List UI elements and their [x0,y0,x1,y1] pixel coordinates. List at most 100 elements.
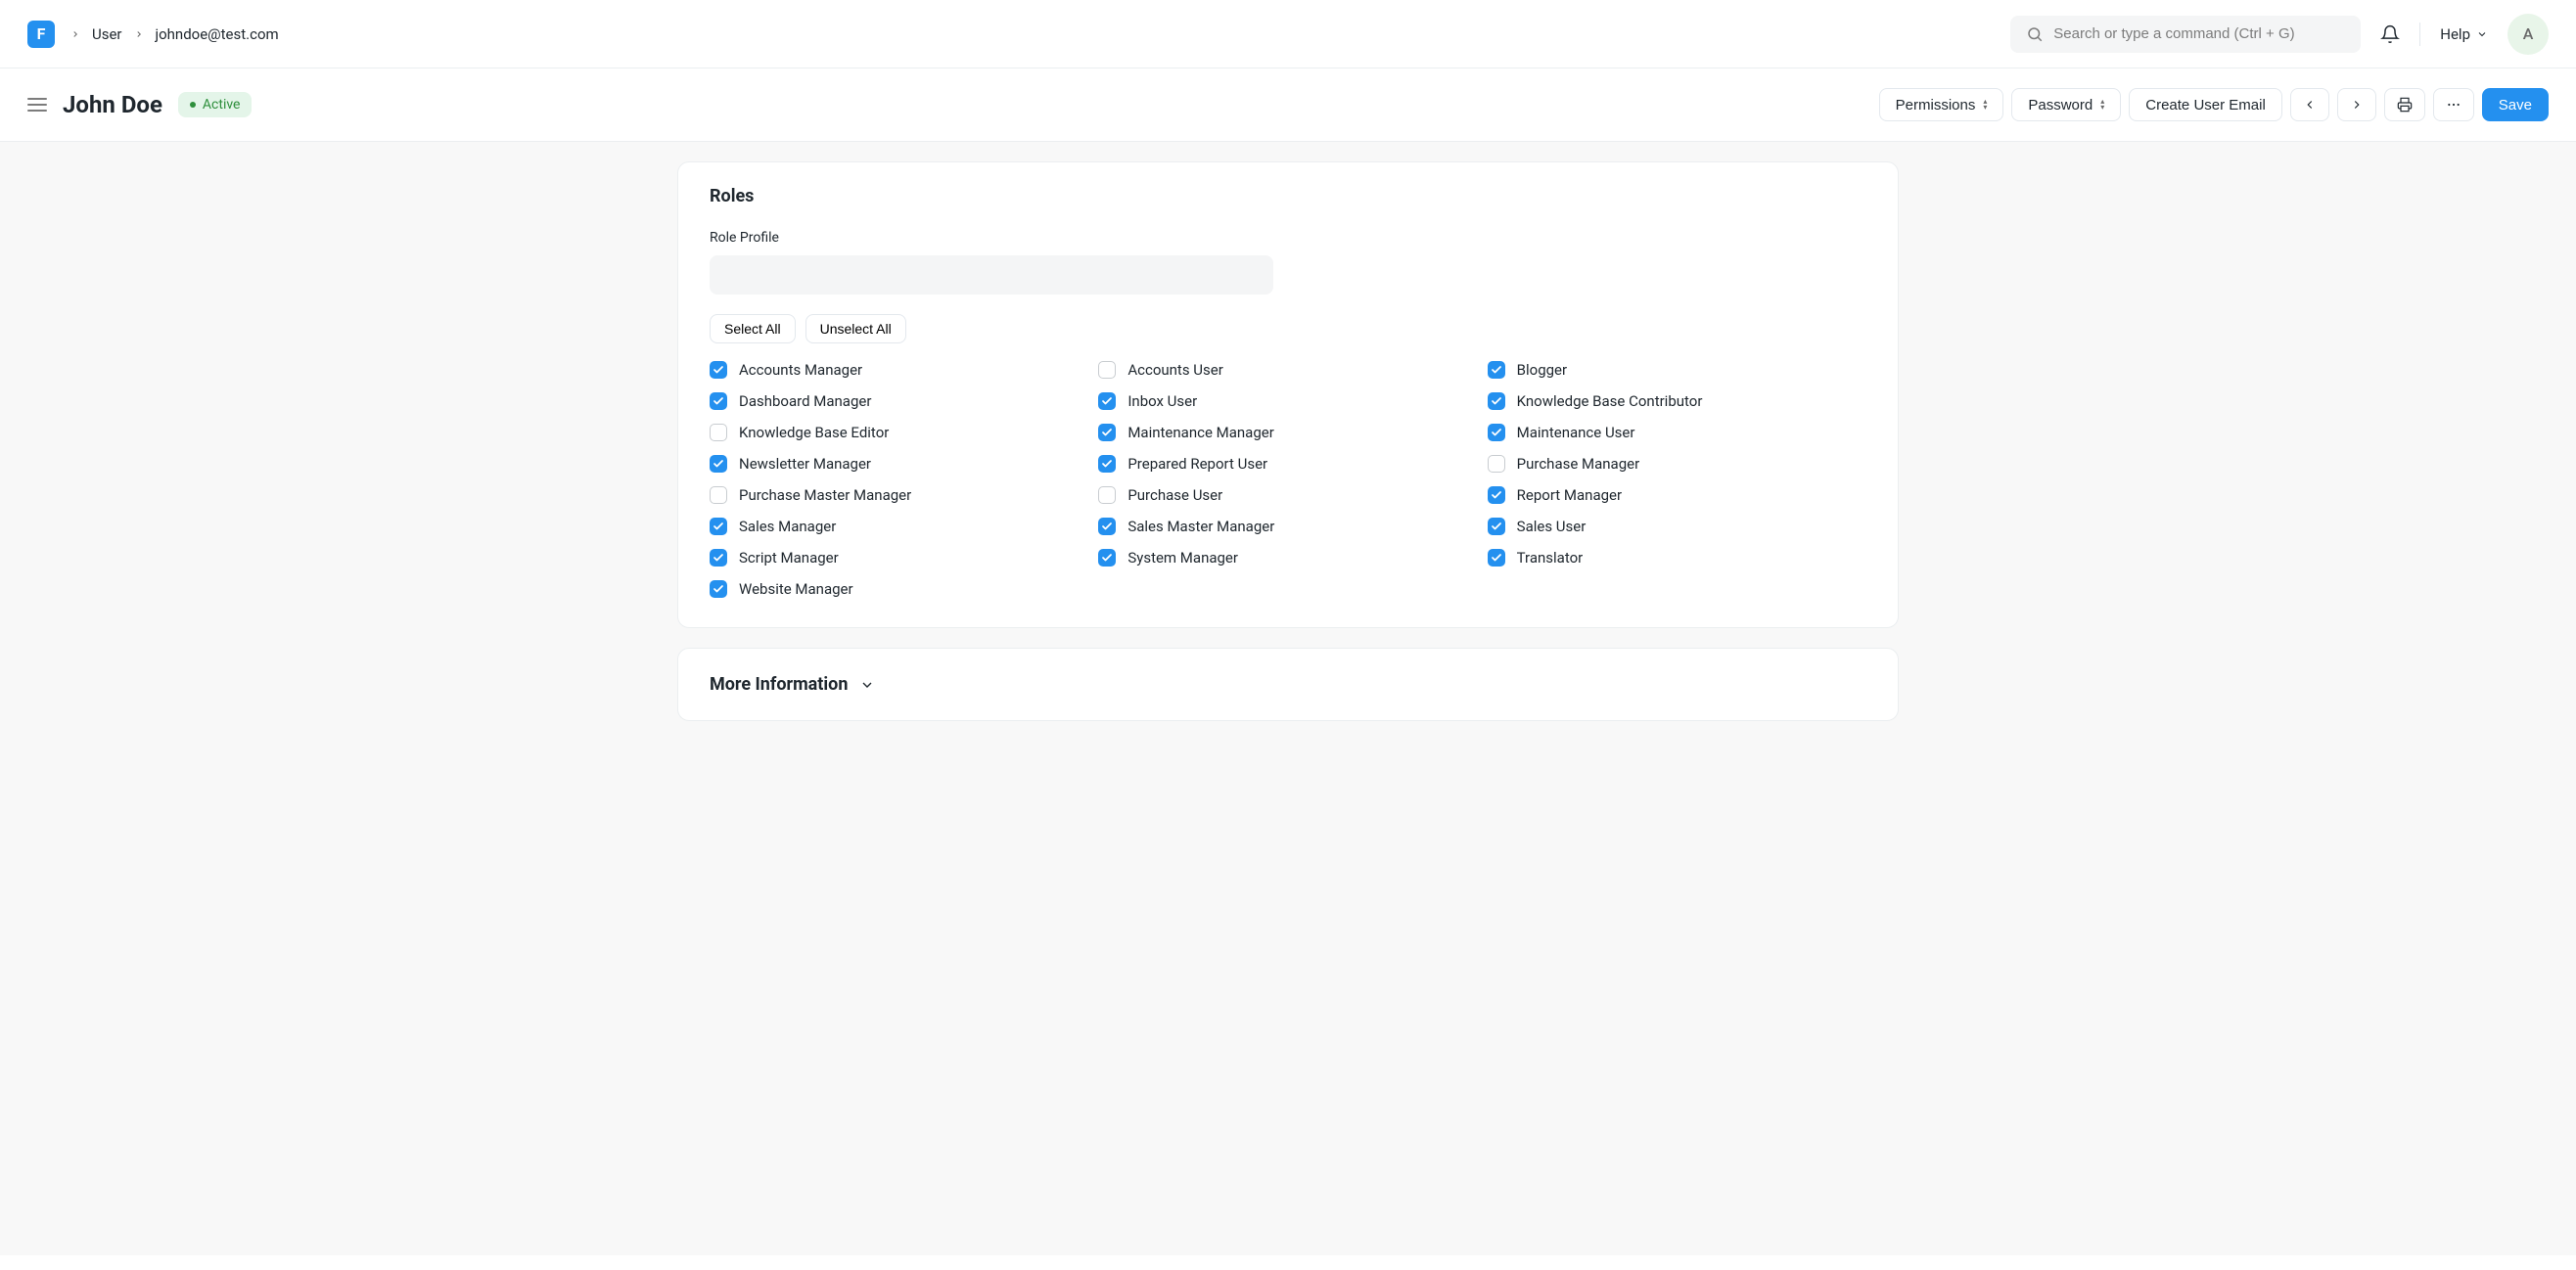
roles-grid: Accounts Manager Accounts User Blogger Dash… [710,361,1866,598]
printer-icon [2397,97,2413,113]
role-label: Script Manager [739,549,839,567]
role-label: Purchase Master Manager [739,486,911,504]
role-checkbox[interactable] [710,424,727,441]
role-item: Maintenance Manager [1098,424,1477,441]
print-button[interactable] [2384,88,2425,121]
role-label: System Manager [1127,549,1238,567]
status-text: Active [203,97,241,113]
select-arrows-icon: ▴▾ [1983,99,1987,111]
role-checkbox[interactable] [1098,549,1116,567]
role-checkbox[interactable] [1488,361,1505,379]
role-checkbox[interactable] [1488,392,1505,410]
role-checkbox[interactable] [1488,455,1505,473]
role-checkbox[interactable] [710,549,727,567]
role-checkbox[interactable] [1098,518,1116,535]
unselect-all-button[interactable]: Unselect All [805,314,906,343]
role-item: Accounts Manager [710,361,1088,379]
role-label: Purchase Manager [1517,455,1640,473]
role-profile-input[interactable] [710,255,1273,295]
role-item: Knowledge Base Contributor [1488,392,1866,410]
breadcrumb-current: johndoe@test.com [156,25,279,43]
roles-card: Roles Role Profile Select All Unselect A… [677,161,1899,628]
status-badge: Active [178,92,253,117]
role-checkbox[interactable] [710,392,727,410]
role-checkbox[interactable] [1098,392,1116,410]
help-menu[interactable]: Help [2440,25,2488,43]
role-item: Purchase User [1098,486,1477,504]
ellipsis-icon [2446,97,2461,113]
role-label: Prepared Report User [1127,455,1267,473]
role-checkbox[interactable] [710,518,727,535]
role-label: Sales Master Manager [1127,518,1274,535]
top-navbar: F User johndoe@test.com Help A [0,0,2576,68]
role-item: Translator [1488,549,1866,567]
role-checkbox[interactable] [1098,486,1116,504]
more-info-toggle[interactable]: More Information [678,649,1898,720]
role-label: Sales User [1517,518,1587,535]
role-label: Accounts User [1127,361,1222,379]
role-label: Report Manager [1517,486,1622,504]
role-checkbox[interactable] [1098,455,1116,473]
role-checkbox[interactable] [1098,361,1116,379]
role-label: Website Manager [739,580,853,598]
more-info-title: More Information [710,674,848,695]
logo-letter: F [37,24,46,43]
role-checkbox[interactable] [710,486,727,504]
role-item: Newsletter Manager [710,455,1088,473]
navbar-right: Help A [2010,14,2549,55]
role-item: Dashboard Manager [710,392,1088,410]
role-item: Accounts User [1098,361,1477,379]
role-checkbox[interactable] [1488,424,1505,441]
role-item: System Manager [1098,549,1477,567]
app-logo[interactable]: F [27,21,55,48]
role-checkbox[interactable] [710,361,727,379]
role-item: Inbox User [1098,392,1477,410]
chevron-right-icon [70,29,80,39]
role-checkbox[interactable] [1488,518,1505,535]
role-label: Purchase User [1127,486,1222,504]
role-profile-label: Role Profile [710,230,1866,246]
role-checkbox[interactable] [1488,549,1505,567]
search-icon [2026,25,2044,43]
role-checkbox[interactable] [710,455,727,473]
page-header: John Doe Active Permissions ▴▾ Password … [0,68,2576,142]
create-user-email-button[interactable]: Create User Email [2129,88,2282,121]
sidebar-toggle-icon[interactable] [27,98,47,112]
chevron-down-icon [2476,28,2488,40]
roles-section-title: Roles [710,186,1866,206]
save-button[interactable]: Save [2482,88,2549,121]
role-label: Maintenance User [1517,424,1635,441]
divider [2419,23,2420,46]
select-all-button[interactable]: Select All [710,314,796,343]
select-buttons: Select All Unselect All [710,314,1866,343]
role-checkbox[interactable] [710,580,727,598]
role-label: Accounts Manager [739,361,862,379]
page-title: John Doe [63,91,162,118]
role-item: Maintenance User [1488,424,1866,441]
breadcrumb: User johndoe@test.com [70,25,279,43]
role-label: Inbox User [1127,392,1197,410]
role-label: Knowledge Base Editor [739,424,889,441]
help-label: Help [2440,25,2470,43]
role-checkbox[interactable] [1098,424,1116,441]
role-label: Dashboard Manager [739,392,871,410]
next-button[interactable] [2337,88,2376,121]
role-item: Script Manager [710,549,1088,567]
search-box[interactable] [2010,16,2361,53]
role-item: Prepared Report User [1098,455,1477,473]
role-item: Purchase Master Manager [710,486,1088,504]
password-label: Password [2028,97,2093,113]
role-item: Knowledge Base Editor [710,424,1088,441]
workspace: Roles Role Profile Select All Unselect A… [0,142,2576,1255]
password-button[interactable]: Password ▴▾ [2011,88,2121,121]
chevron-right-icon [134,29,144,39]
role-checkbox[interactable] [1488,486,1505,504]
prev-button[interactable] [2290,88,2329,121]
permissions-button[interactable]: Permissions ▴▾ [1879,88,2004,121]
avatar[interactable]: A [2507,14,2549,55]
bell-icon[interactable] [2380,24,2400,44]
more-button[interactable] [2433,88,2474,121]
breadcrumb-user[interactable]: User [92,25,122,43]
search-input[interactable] [2053,25,2345,42]
role-item: Blogger [1488,361,1866,379]
